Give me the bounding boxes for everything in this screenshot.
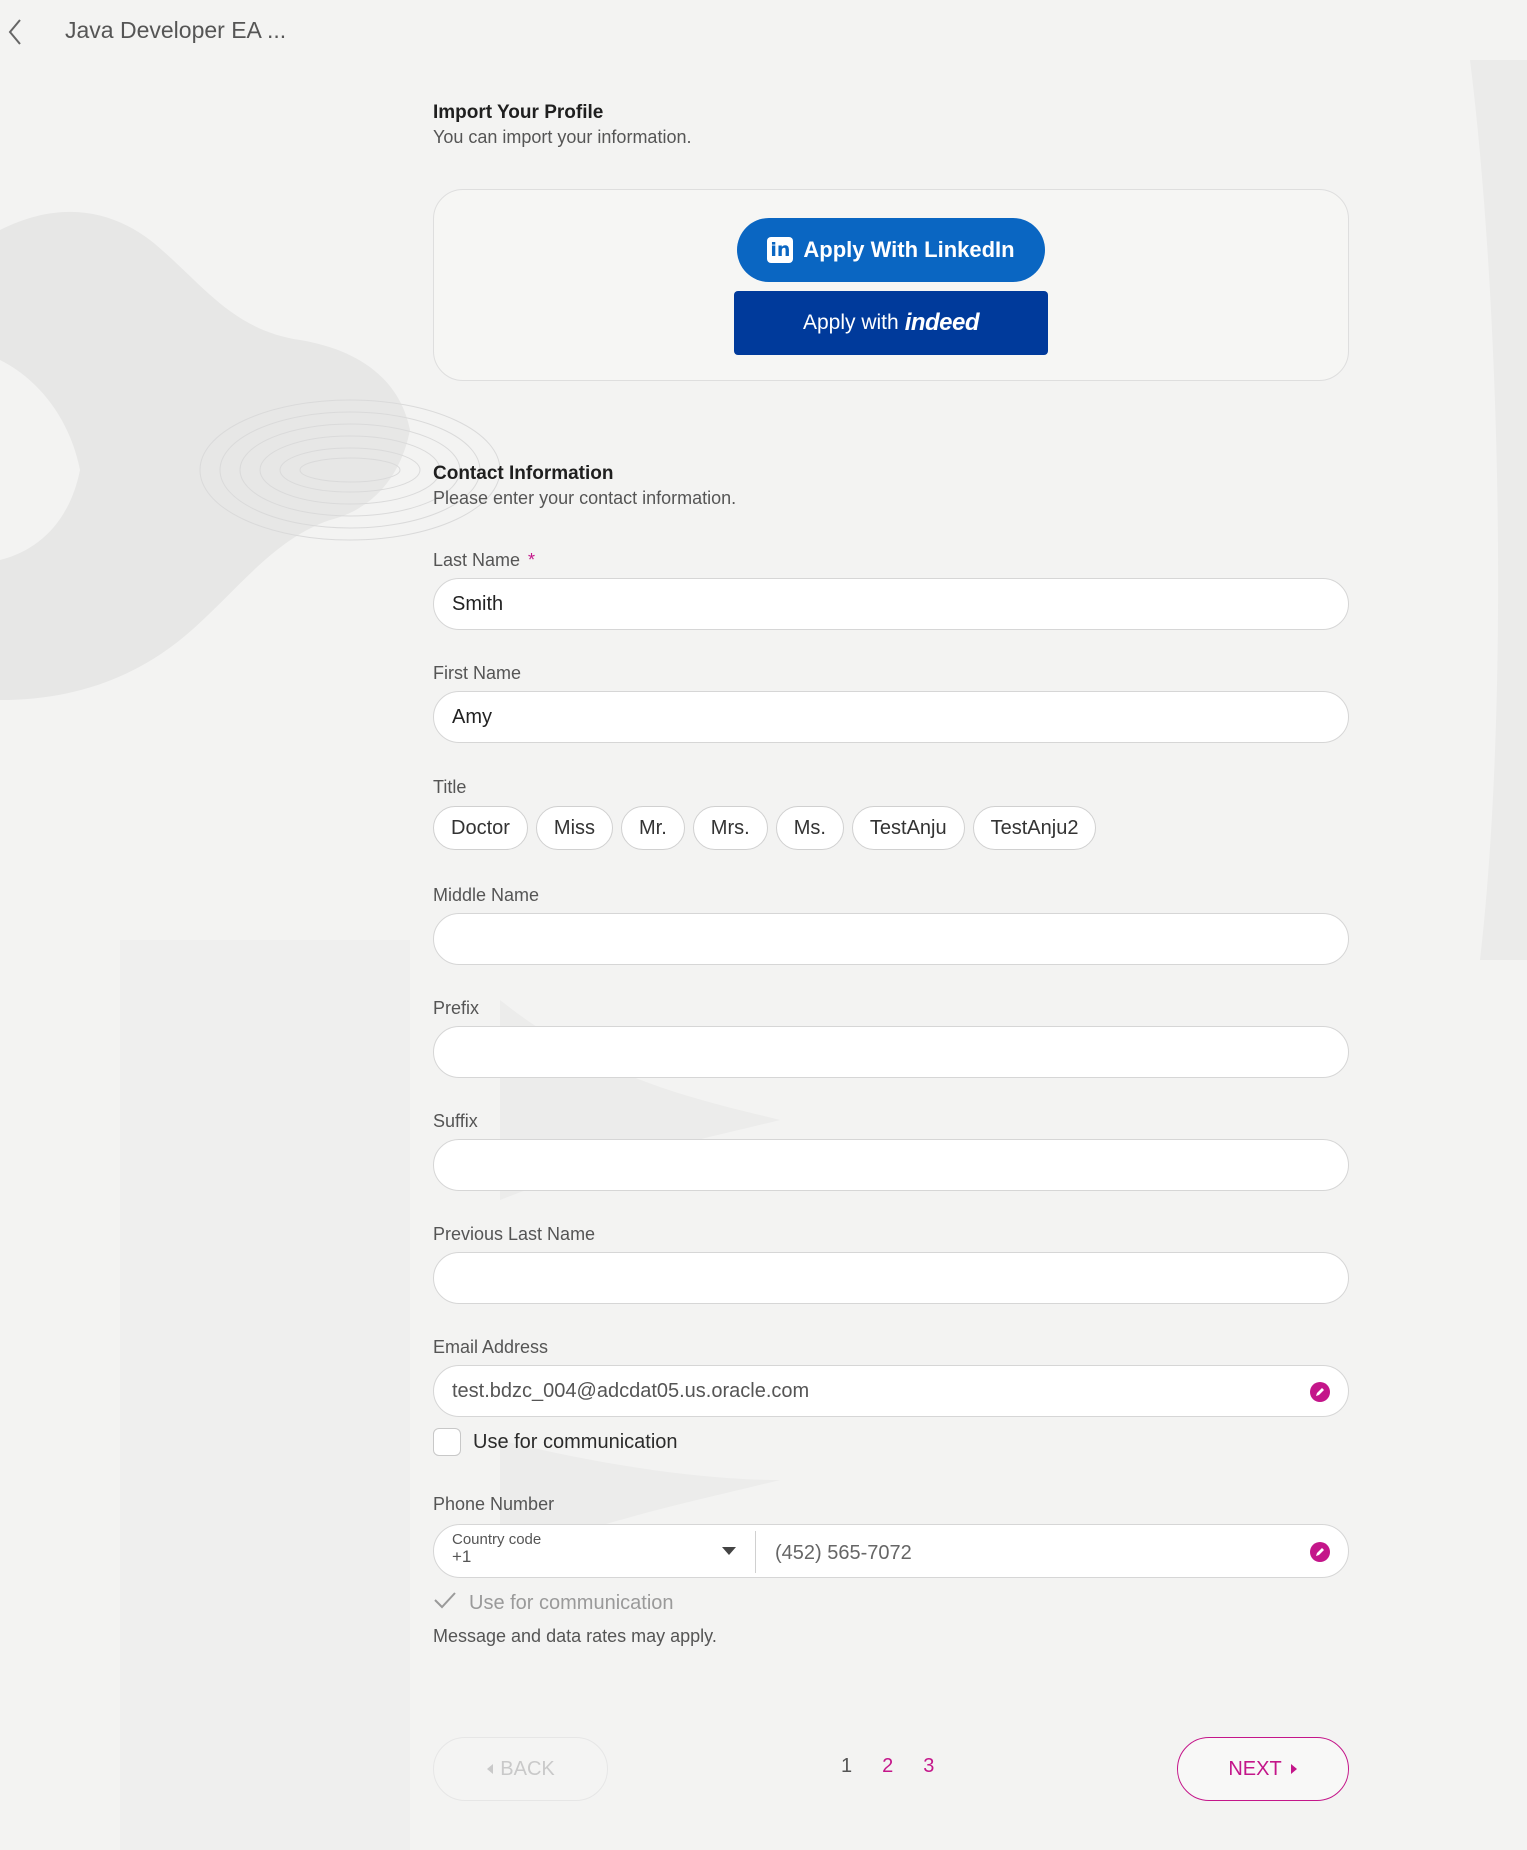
next-button-label: NEXT [1228,1757,1282,1780]
title-option-mr[interactable]: Mr. [621,806,685,850]
contact-info-subtitle: Please enter your contact information. [433,488,737,508]
country-code-label: Country code [452,1531,542,1548]
email-communication-checkbox[interactable] [433,1428,461,1456]
edit-phone-icon[interactable] [1310,1542,1330,1562]
first-name-input[interactable]: Amy [433,691,1349,743]
required-indicator: * [528,550,536,570]
indeed-button-label: Apply with [802,311,899,334]
page-2[interactable]: 2 [882,1755,893,1778]
phone-communication-label: Use for communication [469,1591,674,1614]
linkedin-icon: in [767,237,794,263]
email-communication-row: Use for communication [433,1428,678,1456]
contact-info-title: Contact Information [433,463,614,484]
email-label: Email Address [433,1337,549,1357]
title-option-testanju[interactable]: TestAnju [851,806,965,850]
back-button[interactable]: BACK [433,1737,608,1801]
suffix-input[interactable] [433,1139,1349,1191]
country-code-value: +1 [452,1547,472,1566]
checkmark-icon[interactable] [433,1590,457,1616]
import-profile-subtitle: You can import your information. [433,127,692,147]
prefix-input[interactable] [433,1026,1349,1078]
pagination: 1 2 3 [841,1755,934,1778]
phone-label: Phone Number [433,1494,555,1514]
previous-last-name-label: Previous Last Name [433,1224,596,1244]
title-option-testanju2[interactable]: TestAnju2 [972,806,1097,850]
title-option-ms[interactable]: Ms. [775,806,844,850]
apply-with-linkedin-button[interactable]: in Apply With LinkedIn [737,218,1045,282]
title-options: Doctor Miss Mr. Mrs. Ms. TestAnju TestAn… [433,806,1097,850]
caret-right-icon [1290,1764,1297,1774]
middle-name-label: Middle Name [433,885,540,905]
top-bar: Java Developer EA ... [0,0,1527,64]
back-chevron-icon[interactable] [0,14,30,50]
page-3[interactable]: 3 [923,1755,934,1778]
title-option-mrs[interactable]: Mrs. [692,806,768,850]
sms-rates-note: Message and data rates may apply. [433,1626,717,1646]
back-button-label: BACK [500,1757,555,1780]
middle-name-input[interactable] [433,913,1349,965]
next-button[interactable]: NEXT [1177,1737,1349,1801]
phone-divider [755,1531,756,1573]
email-communication-label: Use for communication [473,1430,678,1453]
phone-field: Country code +1 (452) 565-7072 [433,1524,1349,1578]
last-name-label: Last Name * [433,550,536,570]
phone-number-input[interactable]: (452) 565-7072 [775,1542,912,1565]
job-title: Java Developer EA ... [65,17,287,43]
linkedin-button-label: Apply With LinkedIn [803,237,1015,262]
suffix-label: Suffix [433,1111,478,1131]
first-name-label: First Name [433,663,522,683]
email-value: test.bdzc_004@adcdat05.us.oracle.com [452,1379,810,1402]
title-option-miss[interactable]: Miss [535,806,614,850]
import-profile-box: in Apply With LinkedIn Apply with indeed [433,189,1349,381]
page-1[interactable]: 1 [841,1755,852,1778]
previous-last-name-input[interactable] [433,1252,1349,1304]
title-option-doctor[interactable]: Doctor [433,806,528,850]
title-label: Title [433,777,467,797]
edit-email-icon[interactable] [1310,1382,1330,1402]
phone-communication-row: Use for communication [433,1590,674,1616]
email-field[interactable]: test.bdzc_004@adcdat05.us.oracle.com [433,1365,1349,1417]
apply-with-indeed-button[interactable]: Apply with indeed [734,291,1048,355]
import-profile-title: Import Your Profile [433,102,604,123]
caret-left-icon [487,1764,494,1774]
country-code-dropdown-icon[interactable] [722,1547,736,1555]
last-name-input[interactable]: Smith [433,578,1349,630]
prefix-label: Prefix [433,998,480,1018]
indeed-logo-icon: indeed [904,309,980,336]
